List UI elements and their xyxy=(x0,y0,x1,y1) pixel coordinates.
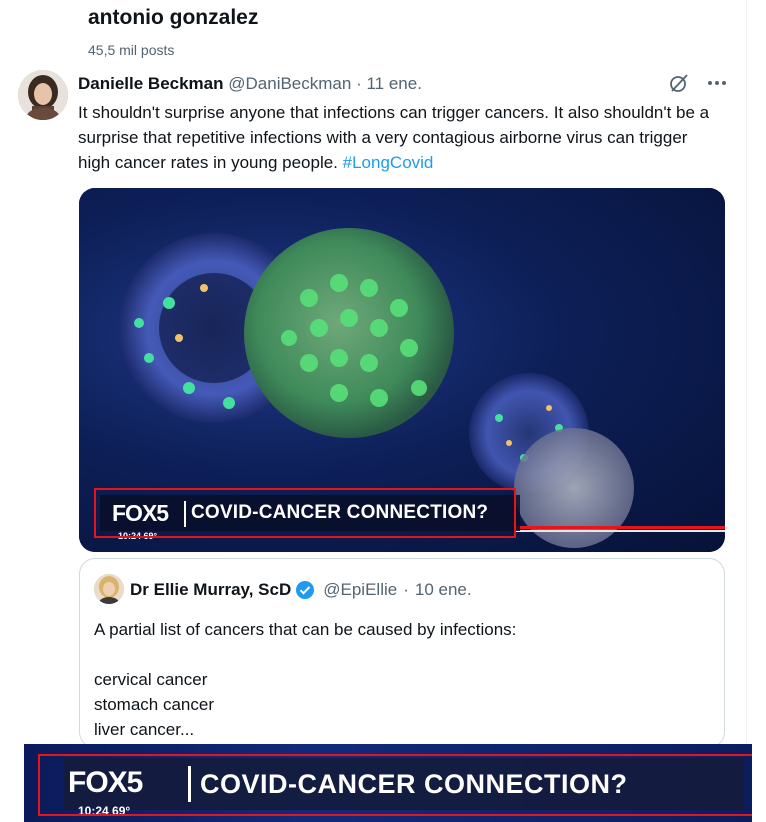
quote-handle[interactable]: @EpiEllie xyxy=(323,580,397,600)
tweet-header: Danielle Beckman @DaniBeckman · 11 ene. xyxy=(78,74,422,94)
verified-icon xyxy=(295,580,315,600)
grok-icon[interactable] xyxy=(668,72,690,94)
more-icon[interactable] xyxy=(706,72,728,94)
quote-spacer xyxy=(94,642,694,667)
tweet-text: It shouldn't surprise anyone that infect… xyxy=(78,100,718,175)
tweet-handle[interactable]: @DaniBeckman xyxy=(228,74,351,93)
tweet-actions xyxy=(668,72,728,94)
quote-body: A partial list of cancers that can be ca… xyxy=(94,617,694,742)
profile-name: antonio gonzalez xyxy=(88,6,259,29)
tweet-separator: · xyxy=(356,74,362,93)
quote-header: Dr Ellie Murray, ScD @EpiEllie · 10 ene. xyxy=(130,580,472,600)
quote-date[interactable]: 10 ene. xyxy=(415,580,472,600)
quote-avatar[interactable] xyxy=(94,574,124,604)
quote-author[interactable]: Dr Ellie Murray, ScD xyxy=(130,580,291,600)
highlight-box xyxy=(94,488,516,538)
column-divider xyxy=(746,0,747,744)
profile-header: antonio gonzalez 45,5 mil posts xyxy=(0,0,766,66)
list-item: cervical cancer xyxy=(94,670,208,689)
quote-separator: · xyxy=(403,580,409,599)
hashtag-link[interactable]: #LongCovid xyxy=(343,153,434,172)
banner-white-line xyxy=(516,530,725,532)
list-item: liver cancer... xyxy=(94,720,195,739)
quote-intro: A partial list of cancers that can be ca… xyxy=(94,620,517,639)
banner-red-line xyxy=(516,526,725,529)
tweet-author[interactable]: Danielle Beckman xyxy=(78,74,224,93)
zoomed-highlight-box xyxy=(38,754,752,816)
list-item: stomach cancer xyxy=(94,695,214,714)
tweet-date[interactable]: 11 ene. xyxy=(366,74,421,93)
zoomed-banner: FOX5 COVID-CANCER CONNECTION? 10:24 69° xyxy=(24,744,752,822)
avatar[interactable] xyxy=(18,70,68,120)
post-count: 45,5 mil posts xyxy=(88,42,175,58)
